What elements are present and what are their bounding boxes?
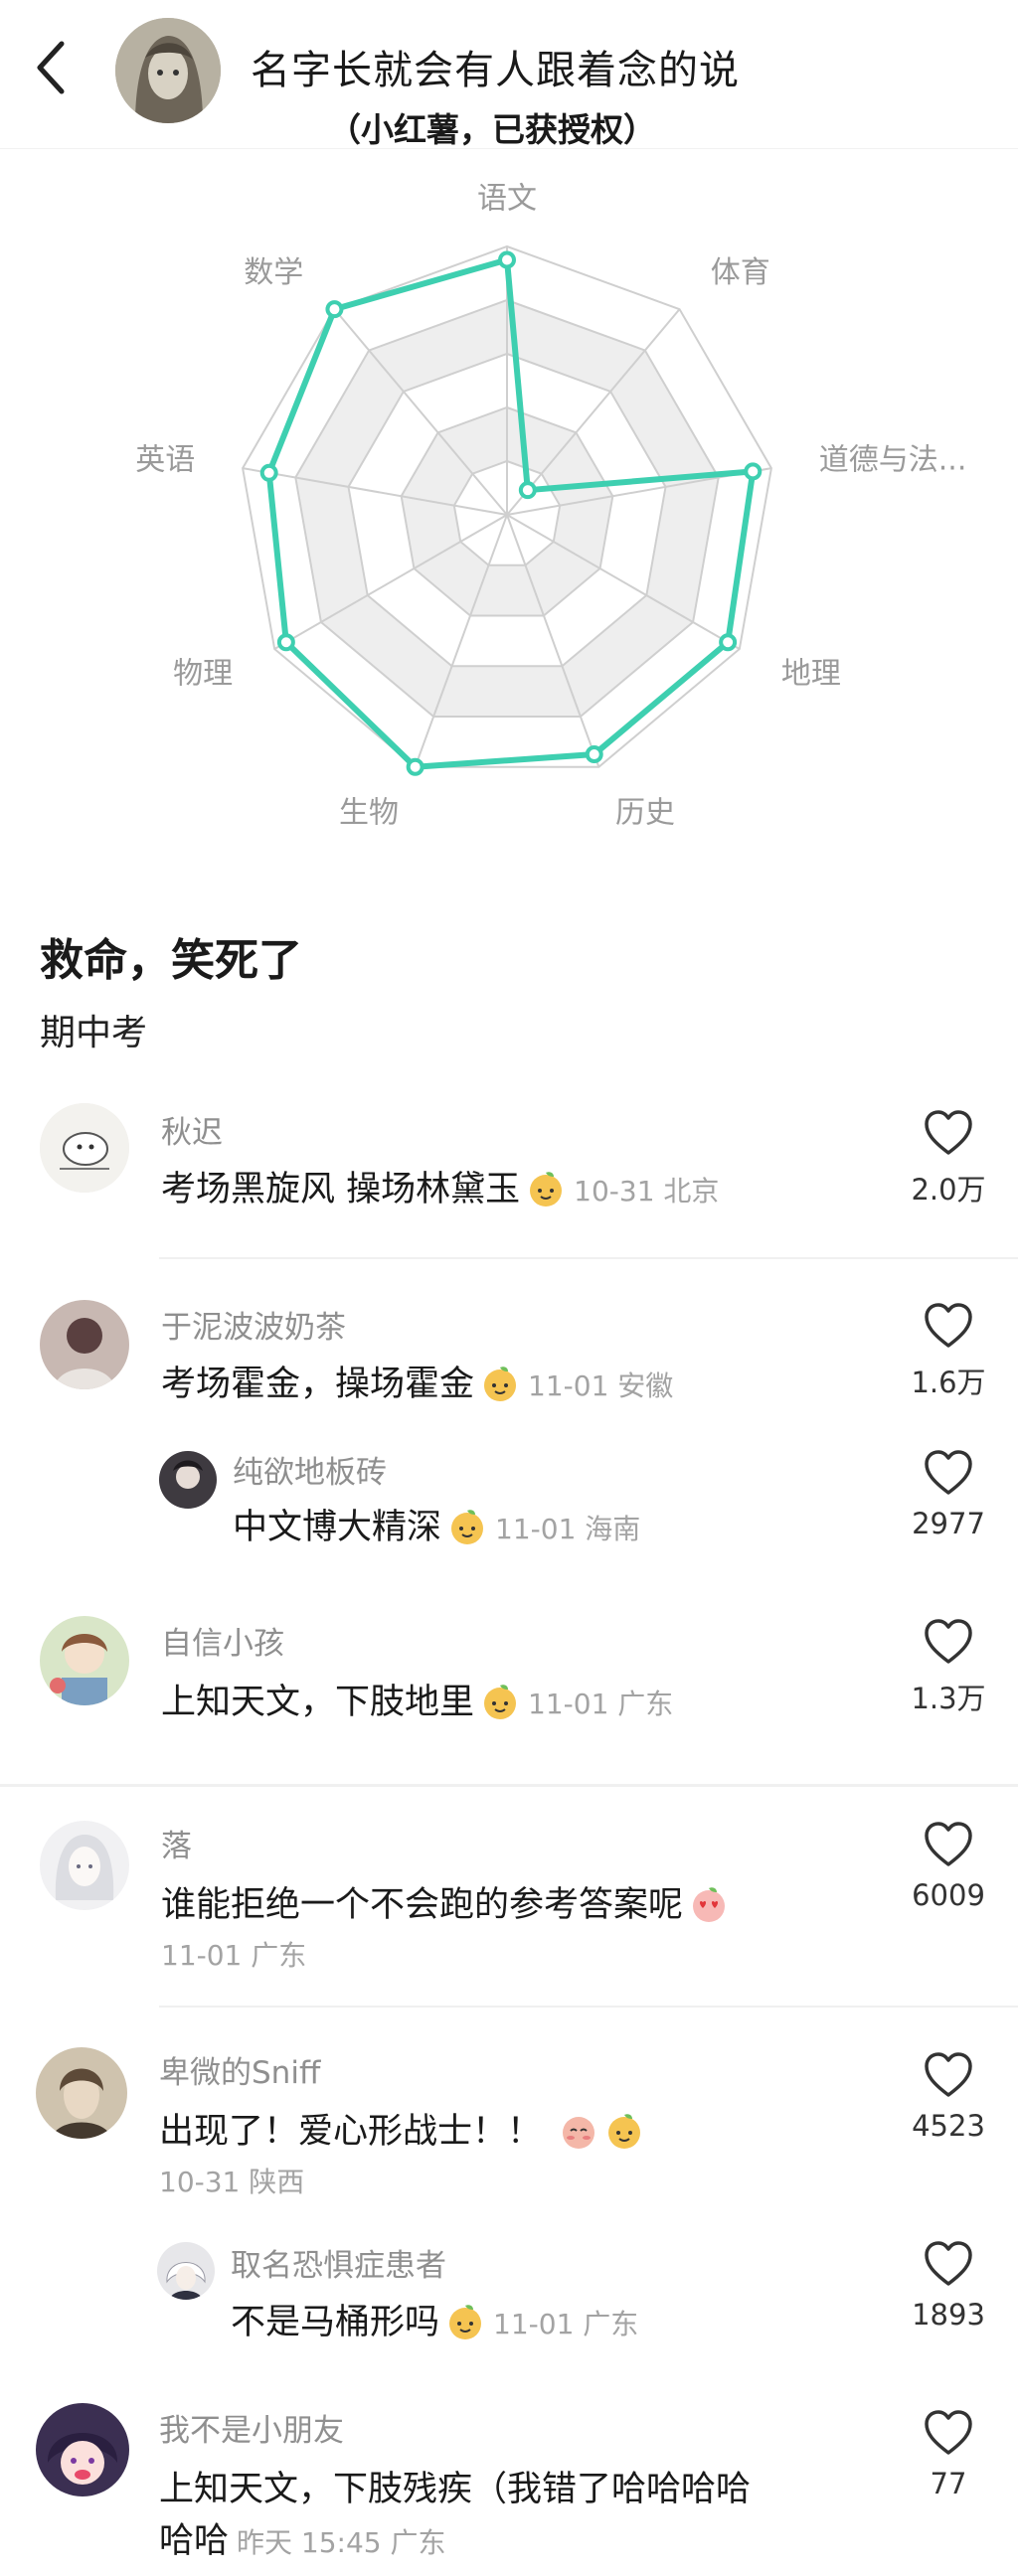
comment-meta: 10-31 陕西 bbox=[159, 2166, 305, 2198]
commenter-avatar[interactable] bbox=[40, 1300, 129, 1389]
radar-point bbox=[518, 481, 537, 500]
commenter-avatar[interactable] bbox=[159, 1451, 217, 1509]
radar-axis-label: 物理 bbox=[173, 656, 233, 691]
comment-text-continued: 哈哈 昨天 15:45 广东 bbox=[159, 2521, 446, 2561]
commenter-name[interactable]: 落 bbox=[161, 1821, 192, 1865]
comment-text: 考场黑旋风 操场林黛玉 10-31 北京 bbox=[161, 1170, 720, 1209]
commenter-name[interactable]: 秋迟 bbox=[161, 1107, 223, 1152]
peach-face-emoji bbox=[608, 2114, 641, 2149]
radar-point bbox=[406, 757, 424, 776]
like-count: 1.6万 bbox=[911, 1366, 986, 1399]
divider bbox=[159, 1257, 1018, 1259]
divider bbox=[0, 1784, 1018, 1787]
commenter-name[interactable]: 卑微的Sniff bbox=[159, 2047, 320, 2092]
like-button[interactable]: 77 bbox=[919, 2409, 978, 2500]
heart-icon bbox=[925, 1450, 972, 1495]
like-count: 6009 bbox=[912, 1878, 985, 1912]
like-count: 4523 bbox=[912, 2109, 985, 2143]
radar-point bbox=[276, 633, 295, 652]
like-count: 77 bbox=[930, 2467, 967, 2500]
like-button[interactable]: 6009 bbox=[912, 1821, 985, 1912]
author-name[interactable]: 名字长就会有人跟着念的说 bbox=[251, 38, 740, 95]
comment-meta: 11-01 广东 bbox=[161, 1939, 307, 1972]
note-detail-page: 名字长就会有人跟着念的说 （小红薯，已获授权） 语文体育道德与法... 地理历史 生… bbox=[0, 0, 1018, 2576]
radar-axis-label: 语文 bbox=[477, 181, 537, 216]
comment-meta: 10-31 北京 bbox=[574, 1175, 720, 1208]
comment-text: 考场霍金，操场霍金 11-01 安徽 bbox=[161, 1365, 674, 1404]
like-button[interactable]: 2977 bbox=[912, 1449, 985, 1540]
peach-face-emoji bbox=[484, 1367, 517, 1401]
blush-face-emoji bbox=[563, 2117, 595, 2149]
peach-face-emoji bbox=[530, 1172, 563, 1207]
like-button[interactable]: 4523 bbox=[912, 2051, 985, 2143]
comment-text: 中文博大精深 11-01 海南 bbox=[233, 1508, 641, 1547]
like-button[interactable]: 1.3万 bbox=[911, 1618, 986, 1717]
like-count: 2977 bbox=[912, 1507, 985, 1540]
radar-point bbox=[744, 462, 763, 481]
comment-text: 出现了！爱心形战士！！ bbox=[159, 2103, 644, 2154]
like-count: 2.0万 bbox=[911, 1173, 986, 1207]
radar-point bbox=[498, 250, 516, 269]
like-count: 1.3万 bbox=[911, 1682, 986, 1715]
divider bbox=[159, 2006, 1018, 2008]
commenter-avatar[interactable] bbox=[40, 1821, 129, 1910]
radar-axis-label: 地理 bbox=[781, 656, 841, 691]
chevron-left-icon[interactable] bbox=[32, 38, 72, 97]
comment-text: 谁能拒绝一个不会跑的参考答案呢 bbox=[161, 1876, 729, 1927]
heart-eyes-emoji bbox=[693, 1887, 726, 1922]
post-body: 期中考 bbox=[40, 1013, 148, 1053]
radar-point bbox=[585, 745, 603, 764]
author-avatar[interactable] bbox=[115, 18, 221, 123]
top-bar: 名字长就会有人跟着念的说 （小红薯，已获授权） bbox=[0, 0, 1018, 149]
radar-axis-label: 数学 bbox=[244, 255, 303, 290]
comment-text: 不是马桶形吗 11-01 广东 bbox=[231, 2303, 639, 2342]
radar-axis-label: 历史 bbox=[615, 795, 675, 830]
comment-meta: 昨天 15:45 广东 bbox=[237, 2526, 446, 2559]
comment-meta: 11-01 广东 bbox=[528, 1688, 674, 1720]
like-button[interactable]: 1893 bbox=[912, 2240, 985, 2332]
commenter-avatar[interactable] bbox=[36, 2403, 129, 2496]
commenter-name[interactable]: 于泥波波奶茶 bbox=[161, 1302, 346, 1347]
comment-text: 上知天文，下肢残疾（我错了哈哈哈哈 bbox=[159, 2470, 752, 2509]
radar-chart: 语文体育道德与法... 地理历史 生物 物理 英语 数学 bbox=[135, 181, 967, 830]
like-button[interactable]: 2.0万 bbox=[911, 1109, 986, 1208]
radar-point bbox=[325, 300, 344, 319]
comment-meta: 11-01 安徽 bbox=[528, 1369, 674, 1402]
commenter-name[interactable]: 我不是小朋友 bbox=[159, 2405, 344, 2450]
commenter-name[interactable]: 自信小孩 bbox=[161, 1618, 284, 1663]
radar-point bbox=[719, 633, 738, 652]
radar-chart-image: 语文体育道德与法... 地理历史 生物 物理 英语 数学 bbox=[0, 149, 1018, 855]
radar-axis-label: 英语 bbox=[135, 443, 195, 478]
commenter-name[interactable]: 取名恐惧症患者 bbox=[231, 2240, 446, 2285]
like-count: 1893 bbox=[912, 2298, 985, 2332]
commenter-avatar[interactable] bbox=[36, 2047, 127, 2139]
commenter-name[interactable]: 纯欲地板砖 bbox=[233, 1447, 387, 1492]
commenter-avatar[interactable] bbox=[40, 1616, 129, 1705]
heart-icon bbox=[925, 1822, 972, 1866]
heart-icon bbox=[925, 1110, 972, 1155]
radar-axis-label: 生物 bbox=[339, 795, 399, 830]
comment-text: 上知天文，下肢地里 11-01 广东 bbox=[161, 1683, 674, 1722]
commenter-avatar[interactable] bbox=[157, 2242, 215, 2300]
radar-axis-label: 道德与法... bbox=[819, 443, 967, 478]
peach-face-emoji bbox=[451, 1510, 484, 1544]
like-button[interactable]: 1.6万 bbox=[911, 1302, 986, 1401]
heart-icon bbox=[925, 1303, 972, 1348]
peach-face-emoji bbox=[484, 1685, 517, 1719]
radar-point bbox=[259, 463, 278, 482]
post-title: 救命，笑死了 bbox=[40, 935, 302, 986]
author-subtitle: （小红薯，已获授权） bbox=[328, 110, 656, 149]
peach-face-emoji bbox=[449, 2305, 482, 2339]
commenter-avatar[interactable] bbox=[40, 1103, 129, 1193]
heart-icon bbox=[925, 2241, 972, 2286]
comment-meta: 11-01 海南 bbox=[495, 1513, 641, 1545]
heart-icon bbox=[925, 2052, 972, 2097]
radar-axis-label: 体育 bbox=[711, 255, 770, 290]
heart-icon bbox=[925, 2410, 972, 2455]
heart-icon bbox=[925, 1619, 972, 1664]
comment-meta: 11-01 广东 bbox=[493, 2308, 639, 2340]
